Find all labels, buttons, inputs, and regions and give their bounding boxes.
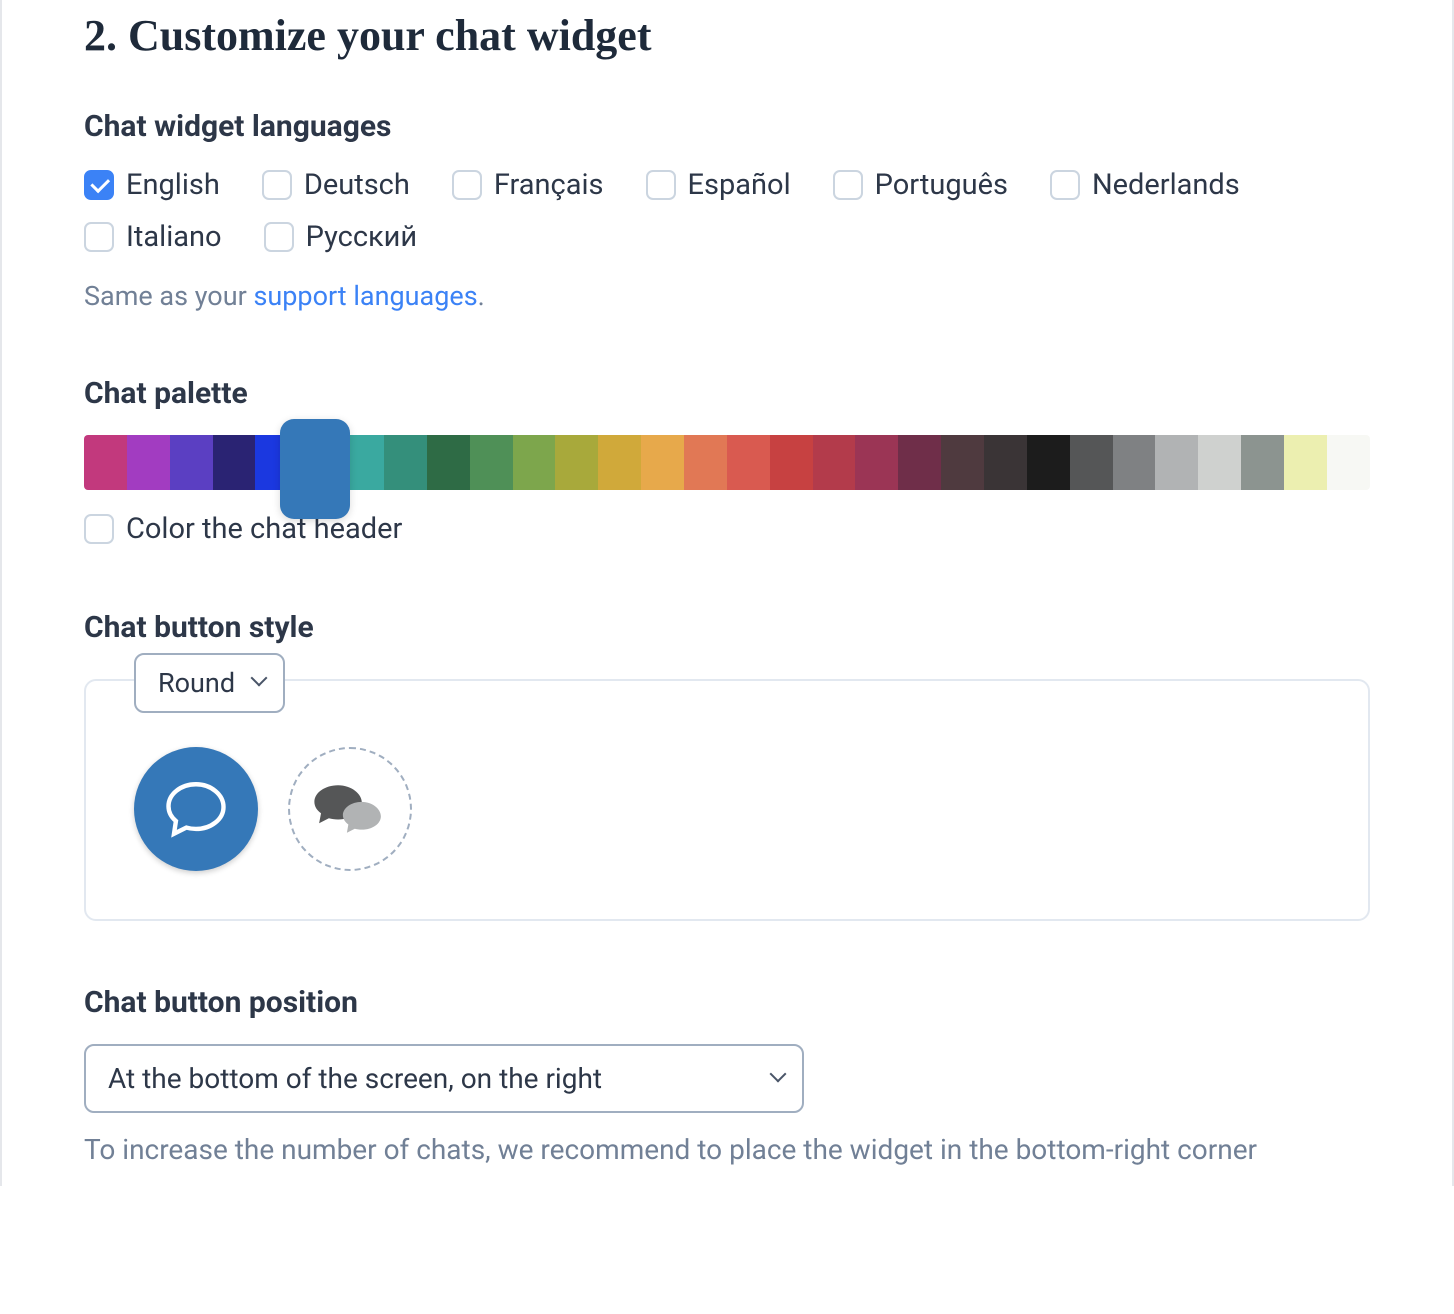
button-position-select[interactable]: At the bottom of the screen, on the righ… xyxy=(84,1044,804,1113)
button-position-select-value: At the bottom of the screen, on the righ… xyxy=(108,1062,602,1095)
button-position-label: Chat button position xyxy=(84,985,1370,1020)
palette-color-26[interactable] xyxy=(1198,435,1241,490)
palette-color-29[interactable] xyxy=(1327,435,1370,490)
lang-nederlands[interactable]: Nederlands xyxy=(1050,168,1240,202)
lang-label: Italiano xyxy=(126,220,222,254)
checkbox-icon xyxy=(833,170,863,200)
button-style-select-value: Round xyxy=(158,667,235,699)
checkbox-icon xyxy=(1050,170,1080,200)
palette-color-18[interactable] xyxy=(855,435,898,490)
palette-strip-wrapper xyxy=(84,435,1370,490)
palette-color-1[interactable] xyxy=(127,435,170,490)
lang-english[interactable]: English xyxy=(84,168,220,202)
color-header-checkbox[interactable]: Color the chat header xyxy=(84,512,1370,546)
lang-label: Nederlands xyxy=(1092,168,1240,202)
chevron-down-icon xyxy=(772,1072,786,1086)
color-header-label: Color the chat header xyxy=(126,512,402,546)
lang-deutsch[interactable]: Deutsch xyxy=(262,168,410,202)
lang-portugues[interactable]: Português xyxy=(833,168,1008,202)
palette-color-12[interactable] xyxy=(598,435,641,490)
checkbox-icon xyxy=(264,222,294,252)
checkbox-icon xyxy=(84,222,114,252)
lang-label: Français xyxy=(494,168,604,202)
palette-color-17[interactable] xyxy=(813,435,856,490)
palette-color-22[interactable] xyxy=(1027,435,1070,490)
palette-color-19[interactable] xyxy=(898,435,941,490)
palette-color-3[interactable] xyxy=(213,435,256,490)
languages-row: English Deutsch Français Español Portugu… xyxy=(84,168,1370,254)
chat-icon-option-2[interactable] xyxy=(288,747,412,871)
palette-color-9[interactable] xyxy=(470,435,513,490)
button-position-block: Chat button position At the bottom of th… xyxy=(84,985,1370,1166)
palette-color-15[interactable] xyxy=(727,435,770,490)
button-style-block: Chat button style Round xyxy=(84,610,1370,921)
palette-color-11[interactable] xyxy=(555,435,598,490)
icon-options xyxy=(134,747,1320,871)
palette-color-10[interactable] xyxy=(513,435,556,490)
palette-color-13[interactable] xyxy=(641,435,684,490)
checkbox-icon xyxy=(262,170,292,200)
chat-icon-option-1[interactable] xyxy=(134,747,258,871)
section-title: 2. Customize your chat widget xyxy=(84,0,1370,61)
palette-label: Chat palette xyxy=(84,376,1370,411)
languages-label: Chat widget languages xyxy=(84,109,1370,144)
palette-color-14[interactable] xyxy=(684,435,727,490)
checkbox-icon xyxy=(84,170,114,200)
palette-color-25[interactable] xyxy=(1155,435,1198,490)
palette-color-20[interactable] xyxy=(941,435,984,490)
button-style-box: Round xyxy=(84,679,1370,921)
lang-label: Português xyxy=(875,168,1008,202)
helper-suffix: . xyxy=(478,280,485,312)
languages-helper: Same as your support languages. xyxy=(84,280,1370,312)
palette-color-28[interactable] xyxy=(1284,435,1327,490)
checkbox-icon xyxy=(452,170,482,200)
lang-label: English xyxy=(126,168,220,202)
lang-italiano[interactable]: Italiano xyxy=(84,220,222,254)
palette-color-16[interactable] xyxy=(770,435,813,490)
palette-color-8[interactable] xyxy=(427,435,470,490)
checkbox-icon xyxy=(84,514,114,544)
palette-block: Chat palette Color the chat header xyxy=(84,376,1370,546)
lang-francais[interactable]: Français xyxy=(452,168,604,202)
palette-color-23[interactable] xyxy=(1070,435,1113,490)
palette-color-24[interactable] xyxy=(1113,435,1156,490)
checkbox-icon xyxy=(646,170,676,200)
palette-thumb[interactable] xyxy=(280,419,350,519)
button-position-helper: To increase the number of chats, we reco… xyxy=(84,1133,1370,1166)
button-style-select[interactable]: Round xyxy=(134,653,285,713)
palette-color-2[interactable] xyxy=(170,435,213,490)
lang-russian[interactable]: Русский xyxy=(264,220,418,254)
support-languages-link[interactable]: support languages xyxy=(253,280,477,312)
chat-bubble-outline-icon xyxy=(163,776,229,842)
lang-label: Deutsch xyxy=(304,168,410,202)
chat-bubble-double-icon xyxy=(312,779,388,839)
palette-color-0[interactable] xyxy=(84,435,127,490)
lang-espanol[interactable]: Español xyxy=(646,168,791,202)
palette-color-21[interactable] xyxy=(984,435,1027,490)
palette-color-27[interactable] xyxy=(1241,435,1284,490)
palette-color-7[interactable] xyxy=(384,435,427,490)
lang-label: Español xyxy=(688,168,791,202)
helper-prefix: Same as your xyxy=(84,280,253,312)
palette-strip[interactable] xyxy=(84,435,1370,490)
button-style-label: Chat button style xyxy=(84,610,1370,645)
languages-block: Chat widget languages English Deutsch Fr… xyxy=(84,109,1370,312)
lang-label: Русский xyxy=(306,220,418,254)
chevron-down-icon xyxy=(253,676,267,690)
